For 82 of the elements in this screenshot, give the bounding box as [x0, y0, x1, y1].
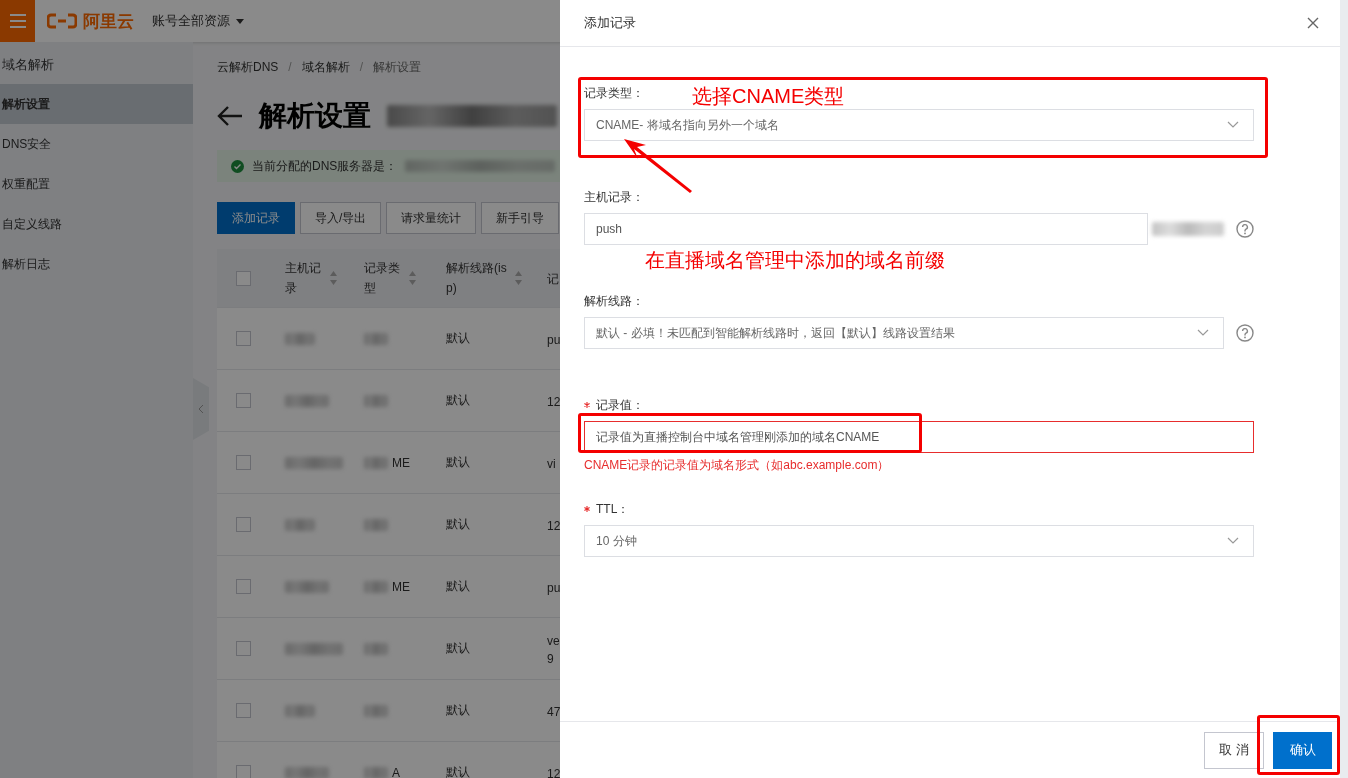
table-cell: ME — [392, 455, 410, 470]
field-label: 主机记录： — [584, 188, 644, 206]
notice-text: 当前分配的DNS服务器是： — [252, 157, 398, 175]
sidebar-title: 域名解析 — [1, 56, 55, 74]
table-cell: 默认 — [446, 764, 470, 778]
chevron-down-icon — [1227, 121, 1239, 129]
checkbox[interactable] — [236, 393, 251, 408]
success-check-icon — [231, 159, 244, 173]
annotation-text: 选择CNAME类型 — [692, 84, 845, 109]
toolbar-button[interactable]: 导入/导出 — [300, 202, 382, 234]
table-cell: 默认 — [446, 392, 470, 409]
breadcrumb-separator: / — [288, 60, 292, 74]
checkbox[interactable] — [236, 331, 251, 346]
cancel-button[interactable]: 取 消 — [1204, 731, 1264, 769]
sidebar-item[interactable]: 自定义线路 — [0, 204, 193, 244]
sidebar-item[interactable]: 解析设置 — [0, 84, 193, 124]
select-field[interactable]: 10 分钟 — [584, 525, 1254, 557]
checkbox[interactable] — [236, 455, 251, 470]
chevron-down-icon — [1227, 537, 1239, 545]
confirm-button[interactable]: 确认 — [1273, 731, 1332, 769]
dialog-title: 添加记录 — [584, 14, 636, 32]
checkbox[interactable] — [236, 765, 251, 778]
sidebar-item[interactable]: DNS安全 — [0, 124, 193, 164]
checkbox[interactable] — [236, 270, 251, 286]
column-header[interactable]: 主机记录 — [285, 258, 325, 298]
input-field[interactable]: push — [584, 213, 1148, 245]
close-icon[interactable] — [1306, 16, 1320, 30]
toolbar-button[interactable]: 新手引导 — [481, 202, 560, 234]
table-cell: 47 — [547, 704, 561, 719]
table-cell: ME — [392, 579, 410, 594]
field-label: 记录值： — [596, 396, 644, 414]
sidebar-item[interactable]: 解析日志 — [0, 244, 193, 284]
breadcrumb-current: 解析设置 — [373, 58, 422, 76]
table-cell: 12 — [547, 394, 561, 409]
column-header[interactable]: 解析线路(isp) — [446, 258, 510, 298]
table-cell: 默认 — [446, 640, 470, 657]
chevron-down-icon — [1197, 329, 1209, 337]
checkbox[interactable] — [236, 517, 251, 532]
field-label: 记录类型： — [584, 84, 644, 102]
sort-icon[interactable] — [514, 270, 523, 286]
table-cell: A — [392, 765, 400, 778]
table-cell: 默认 — [446, 516, 470, 533]
table-cell: pu — [547, 332, 561, 347]
table-cell: pu — [547, 580, 561, 595]
logo-text: 阿里云 — [83, 10, 134, 33]
back-arrow-icon[interactable] — [217, 105, 243, 127]
breadcrumb-link[interactable]: 云解析DNS — [217, 58, 279, 76]
table-cell: 默认 — [446, 330, 470, 347]
account-menu[interactable]: 账号全部资源 — [152, 12, 230, 30]
table-cell: 12 — [547, 766, 561, 778]
select-field[interactable]: CNAME- 将域名指向另外一个域名 — [584, 109, 1254, 141]
table-cell: 12 — [547, 518, 561, 533]
column-header[interactable]: 记 — [547, 272, 559, 286]
help-icon[interactable] — [1236, 220, 1254, 238]
annotation-text: 在直播域名管理中添加的域名前缀 — [645, 248, 945, 273]
table-cell: vi — [547, 456, 556, 471]
help-icon[interactable] — [1236, 324, 1254, 342]
table-cell: ve 9 — [547, 633, 560, 666]
field-label: 解析线路： — [584, 292, 644, 310]
caret-icon — [236, 18, 244, 24]
sort-icon[interactable] — [408, 270, 417, 286]
select-field[interactable]: 默认 - 必填！未匹配到智能解析线路时，返回【默认】线路设置结果 — [584, 317, 1224, 349]
table-cell: 默认 — [446, 578, 470, 595]
sort-icon[interactable] — [329, 270, 338, 286]
breadcrumb-link[interactable]: 域名解析 — [301, 58, 350, 76]
column-header[interactable]: 记录类型 — [364, 258, 404, 298]
table-cell: 默认 — [446, 454, 470, 471]
field-label: TTL： — [596, 500, 630, 518]
sidebar-item[interactable]: 权重配置 — [0, 164, 193, 204]
checkbox[interactable] — [236, 579, 251, 594]
breadcrumb-separator: / — [359, 60, 364, 74]
table-cell: 默认 — [446, 702, 470, 719]
checkbox[interactable] — [236, 641, 251, 656]
logo-icon — [47, 13, 77, 29]
page-title: 解析设置 — [259, 99, 371, 133]
error-message: CNAME记录的记录值为域名形式（如abc.example.com） — [584, 457, 890, 474]
menu-button[interactable] — [0, 0, 35, 42]
input-field[interactable]: 记录值为直播控制台中域名管理刚添加的域名CNAME — [584, 421, 1254, 453]
checkbox[interactable] — [236, 703, 251, 718]
menu-icon — [9, 14, 26, 28]
toolbar-button[interactable]: 添加记录 — [217, 202, 295, 234]
toolbar-button[interactable]: 请求量统计 — [386, 202, 477, 234]
